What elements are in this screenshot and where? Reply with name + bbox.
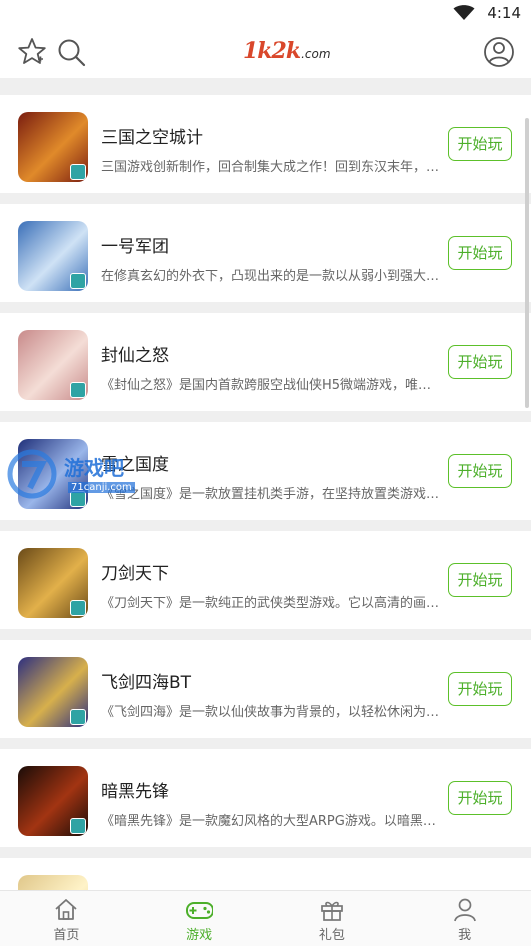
- gamepad-icon: [186, 902, 214, 919]
- h5-badge-icon: [70, 273, 86, 289]
- tab-gamepad[interactable]: 游戏: [133, 891, 266, 946]
- start-play-button[interactable]: 开始玩: [448, 345, 512, 379]
- person-icon: [453, 898, 476, 922]
- start-play-button[interactable]: 开始玩: [448, 781, 512, 815]
- game-title[interactable]: 雪之国度: [101, 450, 169, 475]
- list-item[interactable]: 雪之国度《雪之国度》是一款放置挂机类手游，在坚持放置类游戏的基础上 开始玩: [0, 422, 531, 520]
- list-item[interactable]: 三国之空城计三国游戏创新制作，回合制集大成之作！回到东汉末年，与诸葛亮一起谋天下…: [0, 95, 531, 193]
- game-title[interactable]: 一号军团: [101, 232, 169, 257]
- game-title[interactable]: 暗黑先锋: [101, 777, 169, 802]
- tab-gift[interactable]: 礼包: [266, 891, 399, 946]
- list-item[interactable]: 一号军团在修真玄幻的外衣下，凸现出来的是一款以从弱小到强大的修仙传奇开始玩: [0, 204, 531, 302]
- game-description: 在修真玄幻的外衣下，凸现出来的是一款以从弱小到强大的修仙传奇: [101, 269, 441, 284]
- tab-home[interactable]: 首页: [0, 891, 133, 946]
- tab-person[interactable]: 我: [398, 891, 531, 946]
- h5-badge-icon: [70, 709, 86, 725]
- start-play-button[interactable]: 开始玩: [448, 454, 512, 488]
- status-bar: 4:14: [0, 0, 531, 26]
- h5-badge-icon: [70, 600, 86, 616]
- game-description: 三国游戏创新制作，回合制集大成之作！回到东汉末年，与诸葛亮一起谋天下: [101, 160, 441, 175]
- gift-icon: [321, 901, 343, 921]
- bottom-tab-bar: 首页 游戏 礼包 我: [0, 890, 531, 946]
- game-title[interactable]: 封仙之怒: [101, 341, 169, 366]
- tab-label: 礼包: [318, 928, 345, 943]
- star-icon[interactable]: [16, 36, 48, 68]
- list-item[interactable]: 刀剑天下《刀剑天下》是一款纯正的武侠类型游戏。它以高清的画面呈现 开始玩: [0, 531, 531, 629]
- game-thumbnail[interactable]: [18, 548, 88, 618]
- logo-suffix: .com: [301, 47, 331, 61]
- tab-label: 我: [458, 928, 472, 943]
- game-description: 《暗黑先锋》是一款魔幻风格的大型ARPG游戏。以暗黑风格为主: [101, 814, 441, 829]
- game-thumbnail[interactable]: [18, 112, 88, 182]
- game-title[interactable]: 三国之空城计: [101, 123, 203, 148]
- game-title[interactable]: 刀剑天下: [101, 559, 169, 584]
- h5-badge-icon: [70, 382, 86, 398]
- home-icon: [55, 899, 77, 920]
- list-item[interactable]: 大话西游开始玩: [0, 858, 531, 890]
- list-item[interactable]: 飞剑四海BT 《飞剑四海》是一款以仙侠故事为背景的，以轻松休闲为主的游戏 开始玩: [0, 640, 531, 738]
- scrollbar[interactable]: [525, 118, 529, 408]
- game-thumbnail[interactable]: [18, 221, 88, 291]
- search-icon[interactable]: [55, 36, 87, 68]
- start-play-button[interactable]: 开始玩: [448, 672, 512, 706]
- game-description: 《飞剑四海》是一款以仙侠故事为背景的，以轻松休闲为主的游戏: [101, 705, 441, 720]
- game-description: 《刀剑天下》是一款纯正的武侠类型游戏。它以高清的画面呈现: [101, 596, 441, 611]
- start-play-button[interactable]: 开始玩: [448, 127, 512, 161]
- start-play-button[interactable]: 开始玩: [448, 236, 512, 270]
- game-thumbnail[interactable]: [18, 766, 88, 836]
- h5-badge-icon: [70, 491, 86, 507]
- game-thumbnail[interactable]: [18, 657, 88, 727]
- status-time: 4:14: [487, 4, 521, 22]
- list-item[interactable]: 暗黑先锋《暗黑先锋》是一款魔幻风格的大型ARPG游戏。以暗黑风格为主 开始玩: [0, 749, 531, 847]
- game-thumbnail[interactable]: [18, 875, 88, 890]
- game-thumbnail[interactable]: [18, 330, 88, 400]
- start-play-button[interactable]: 开始玩: [448, 563, 512, 597]
- tab-label: 首页: [53, 928, 80, 943]
- game-title[interactable]: 飞剑四海BT: [101, 668, 191, 693]
- user-profile-icon[interactable]: [483, 36, 515, 68]
- wifi-icon: [453, 5, 475, 20]
- list-item[interactable]: 封仙之怒《封仙之怒》是国内首款跨服空战仙侠H5微端游戏，唯美画风 开始玩: [0, 313, 531, 411]
- game-description: 《封仙之怒》是国内首款跨服空战仙侠H5微端游戏，唯美画风: [101, 378, 441, 393]
- tab-label: 游戏: [186, 928, 213, 943]
- h5-badge-icon: [70, 818, 86, 834]
- brand-logo: 1k2k .com: [243, 38, 331, 66]
- game-thumbnail[interactable]: [18, 439, 88, 509]
- game-list: 大话西游开始玩 暗黑先锋《暗黑先锋》是一款魔幻风格的大型ARPG游戏。以暗黑风格为…: [0, 78, 531, 890]
- game-description: 《雪之国度》是一款放置挂机类手游，在坚持放置类游戏的基础上: [101, 487, 441, 502]
- h5-badge-icon: [70, 164, 86, 180]
- top-bar: 1k2k .com: [0, 26, 531, 78]
- logo-text: 1k2k: [243, 38, 301, 64]
